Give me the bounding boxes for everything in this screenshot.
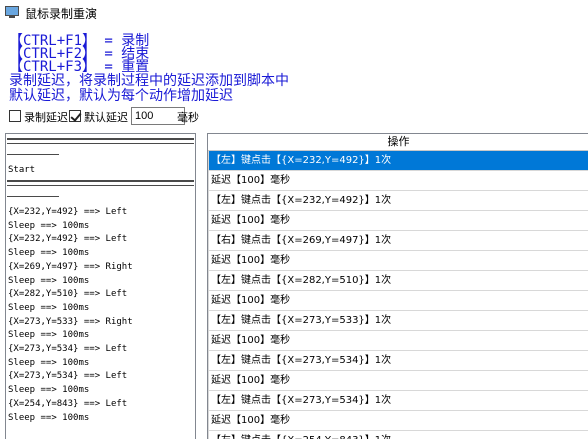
log-start: Start bbox=[8, 165, 36, 175]
grid-row[interactable]: 延迟【100】毫秒 bbox=[208, 291, 588, 311]
log-line: {X=273,Y=534} ==> Left bbox=[8, 371, 128, 382]
log-line: {X=232,Y=492} ==> Left bbox=[8, 207, 128, 217]
default-delay-checkbox[interactable] bbox=[69, 110, 81, 122]
log-line: Sleep ==> 100ms bbox=[8, 385, 90, 396]
log-line: Sleep ==> 100ms bbox=[8, 220, 90, 231]
recording-log[interactable]: Start {X=232,Y=492} ==> Left Sleep ==> 10… bbox=[5, 133, 196, 439]
delay-unit: 毫秒 bbox=[177, 111, 199, 124]
default-delay-note: 默认延迟，默认为每个动作增加延迟 bbox=[9, 88, 233, 104]
grid-row[interactable]: 【左】键点击【{X=282,Y=510}】1次 bbox=[208, 271, 588, 291]
grid-row[interactable]: 延迟【100】毫秒 bbox=[208, 371, 588, 391]
grid-row[interactable]: 【右】键点击【{X=269,Y=497}】1次 bbox=[208, 231, 588, 251]
log-line: Sleep ==> 100ms bbox=[8, 248, 90, 259]
grid-row[interactable]: 【左】键点击【{X=232,Y=492}】1次 bbox=[208, 151, 588, 171]
log-divider bbox=[7, 196, 59, 197]
grid-row[interactable]: 延迟【100】毫秒 bbox=[208, 331, 588, 351]
grid-row[interactable]: 【左】键点击【{X=273,Y=534}】1次 bbox=[208, 351, 588, 371]
grid-row[interactable]: 【左】键点击【{X=254,Y=843}】1次 bbox=[208, 431, 588, 439]
grid-row[interactable]: 延迟【100】毫秒 bbox=[208, 251, 588, 271]
grid-row[interactable]: 延迟【100】毫秒 bbox=[208, 411, 588, 431]
record-delay-checkbox[interactable] bbox=[9, 110, 21, 122]
log-line: Sleep ==> 100ms bbox=[8, 357, 90, 368]
grid-row[interactable]: 【左】键点击【{X=232,Y=492}】1次 bbox=[208, 191, 588, 211]
options-bar: 录制延迟 默认延迟 毫秒 bbox=[9, 107, 309, 125]
actions-grid[interactable]: 操作 【左】键点击【{X=232,Y=492}】1次 延迟【100】毫秒 【左】键点… bbox=[207, 133, 588, 439]
log-line: {X=282,Y=510} ==> Left bbox=[8, 289, 128, 300]
log-line: {X=273,Y=533} ==> Right bbox=[8, 316, 133, 327]
app-icon bbox=[5, 6, 19, 18]
grid-header[interactable]: 操作 bbox=[208, 134, 588, 151]
log-line: {X=254,Y=843} ==> Left bbox=[8, 398, 128, 409]
log-line: {X=269,Y=497} ==> Right bbox=[8, 261, 133, 272]
grid-row[interactable]: 【左】键点击【{X=273,Y=533}】1次 bbox=[208, 311, 588, 331]
window-title: 鼠标录制重演 bbox=[25, 7, 98, 21]
log-line: Sleep ==> 100ms bbox=[8, 302, 90, 313]
log-divider bbox=[7, 185, 194, 186]
log-divider bbox=[7, 143, 194, 144]
default-delay-label: 默认延迟 bbox=[84, 111, 128, 124]
log-line: Sleep ==> 100ms bbox=[8, 412, 90, 423]
record-delay-note: 录制延迟，将录制过程中的延迟添加到脚本中 bbox=[9, 73, 289, 89]
log-divider bbox=[7, 138, 194, 140]
log-divider bbox=[7, 180, 194, 182]
log-line: {X=273,Y=534} ==> Left bbox=[8, 344, 128, 354]
grid-row[interactable]: 延迟【100】毫秒 bbox=[208, 171, 588, 191]
log-line: {X=232,Y=492} ==> Left bbox=[8, 234, 128, 245]
grid-row[interactable]: 延迟【100】毫秒 bbox=[208, 211, 588, 231]
log-divider bbox=[7, 154, 59, 155]
title-bar: 鼠标录制重演 bbox=[0, 0, 588, 26]
grid-row[interactable]: 【左】键点击【{X=273,Y=534}】1次 bbox=[208, 391, 588, 411]
log-line: Sleep ==> 100ms bbox=[8, 275, 90, 286]
record-delay-label: 录制延迟 bbox=[24, 111, 68, 124]
log-line: Sleep ==> 100ms bbox=[8, 330, 90, 341]
